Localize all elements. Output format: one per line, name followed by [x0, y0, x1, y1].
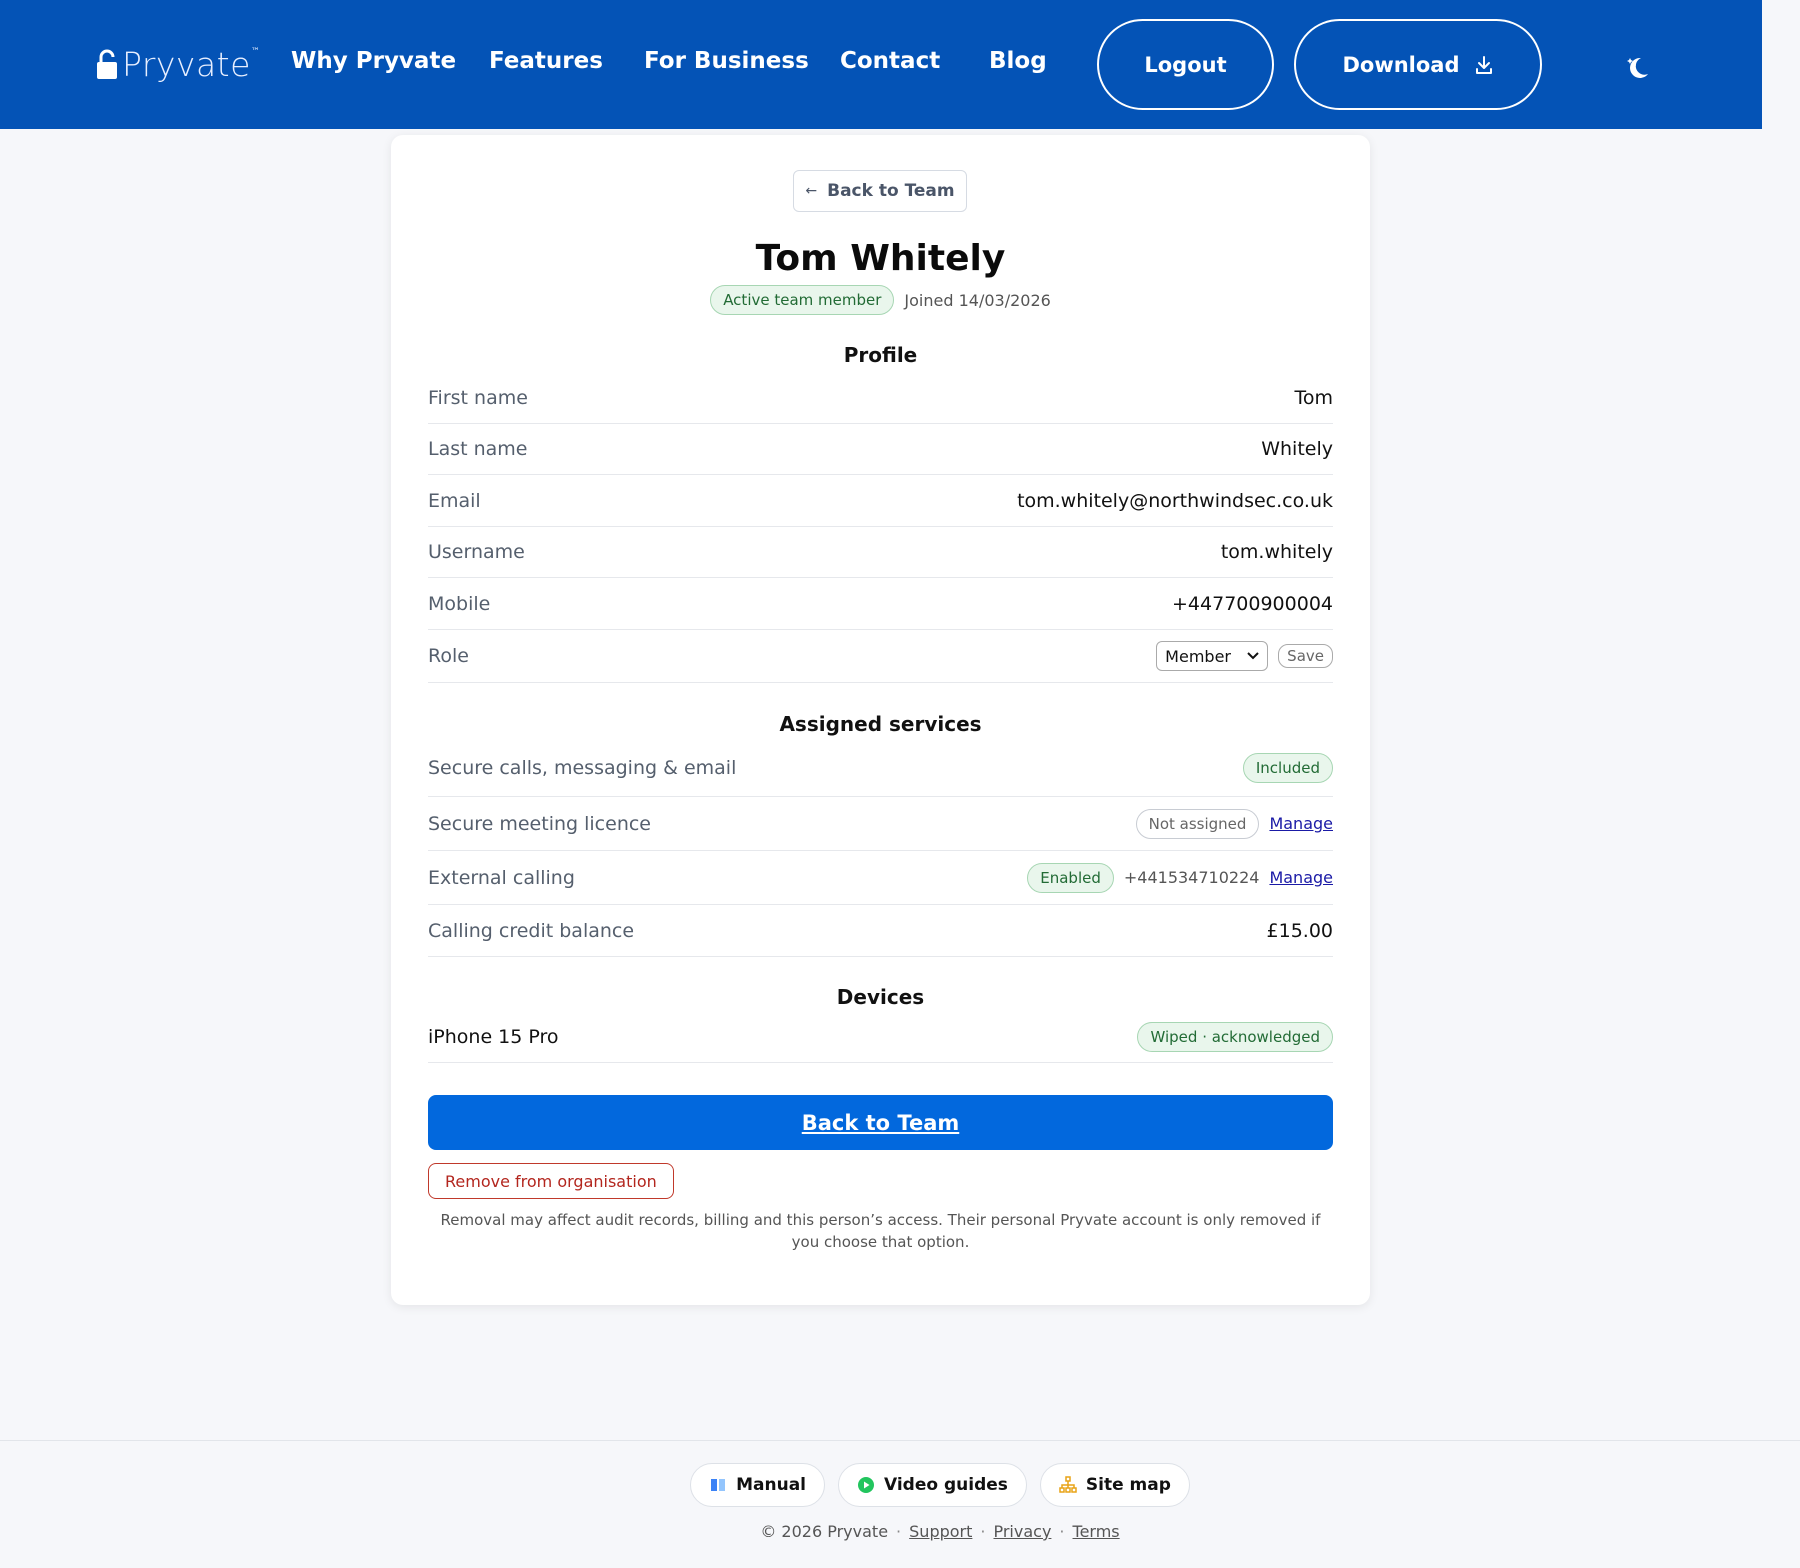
role-save-button[interactable]: Save — [1278, 644, 1333, 668]
footer-pills: Manual Video guides Site map — [0, 1463, 1800, 1507]
row-label: Email — [428, 489, 481, 512]
manual-label: Manual — [736, 1475, 806, 1495]
logo-trademark: ™ — [250, 47, 260, 57]
nav-features[interactable]: Features — [489, 48, 603, 74]
nav-for-business[interactable]: For Business — [644, 48, 809, 74]
member-name: Tom Whitely — [755, 238, 1006, 279]
credit-value: £15.00 — [1266, 919, 1333, 942]
copyright: © 2026 Pryvate — [760, 1522, 889, 1541]
device-name: iPhone 15 Pro — [428, 1026, 559, 1048]
separator: · — [896, 1522, 902, 1541]
not-assigned-badge: Not assigned — [1135, 808, 1260, 839]
included-badge: Included — [1242, 752, 1333, 783]
row-value: tom.whitely — [1220, 541, 1333, 563]
footer: Manual Video guides Site map © 2026 Pryv… — [0, 1440, 1800, 1568]
pryvate-logo[interactable]: Pryvate ™ — [96, 44, 260, 84]
row-value: Not assigned Manage — [1135, 808, 1333, 839]
profile-row-first-name: First name Tom — [428, 372, 1333, 424]
video-guides-label: Video guides — [884, 1475, 1008, 1495]
devices-section-title: Devices — [836, 985, 925, 1009]
terms-link[interactable]: Terms — [1073, 1522, 1120, 1541]
profile-row-email: Email tom.whitely@northwindsec.co.uk — [428, 475, 1333, 527]
dark-mode-moon-icon[interactable] — [1622, 52, 1652, 82]
padlock-icon — [97, 49, 117, 79]
logout-button[interactable]: Logout — [1097, 19, 1274, 110]
row-label: Username — [428, 541, 525, 563]
status-badge: Active team member — [710, 285, 895, 315]
separator: · — [980, 1522, 986, 1541]
separator: · — [1059, 1522, 1065, 1541]
profile-row-last-name: Last name Whitely — [428, 424, 1333, 475]
service-row-credit-balance: Calling credit balance £15.00 — [428, 905, 1333, 957]
nav-why-pryvate[interactable]: Why Pryvate — [291, 48, 456, 74]
row-label: Secure meeting licence — [428, 812, 651, 835]
service-row-meeting-licence: Secure meeting licence Not assigned Mana… — [428, 797, 1333, 851]
site-map-button[interactable]: Site map — [1039, 1463, 1190, 1507]
row-value: Wiped · acknowledged — [1137, 1022, 1333, 1052]
profile-section-title: Profile — [843, 343, 918, 367]
device-row: iPhone 15 Pro Wiped · acknowledged — [428, 1012, 1333, 1063]
logo-text: Pryvate — [122, 44, 251, 84]
row-label: Last name — [428, 438, 528, 460]
manage-external-calling-link[interactable]: Manage — [1269, 868, 1333, 887]
removal-note: Removal may affect audit records, billin… — [440, 1211, 1321, 1251]
row-label: External calling — [428, 866, 575, 889]
arrow-left-icon: ← — [805, 183, 818, 199]
role-select-value: Member — [1165, 646, 1231, 666]
sitemap-icon — [1059, 1476, 1077, 1493]
row-value: Whitely — [1261, 438, 1333, 460]
back-to-team-button[interactable]: Back to Team — [428, 1095, 1333, 1150]
external-number: +441534710224 — [1123, 868, 1260, 887]
profile-row-mobile: Mobile +447700900004 — [428, 578, 1333, 630]
download-button[interactable]: Download — [1294, 19, 1542, 110]
video-guides-button[interactable]: Video guides — [838, 1463, 1027, 1507]
support-link[interactable]: Support — [909, 1522, 972, 1541]
row-value: Enabled +441534710224 Manage — [1027, 862, 1333, 893]
member-detail-card: ← Back to Team Tom Whitely Active team m… — [391, 135, 1370, 1305]
nav-blog[interactable]: Blog — [989, 48, 1047, 74]
top-navigation-bar: Pryvate ™ Why Pryvate Features For Busine… — [0, 0, 1762, 129]
member-status-row: Active team member Joined 14/03/2026 — [391, 285, 1370, 315]
logout-label: Logout — [1144, 52, 1227, 77]
book-icon — [711, 1479, 726, 1491]
device-status-badge: Wiped · acknowledged — [1137, 1022, 1333, 1052]
download-icon — [1475, 55, 1492, 74]
privacy-link[interactable]: Privacy — [993, 1522, 1051, 1541]
role-controls: Member Save — [1156, 641, 1333, 671]
manage-meeting-licence-link[interactable]: Manage — [1269, 814, 1333, 833]
footer-links: © 2026 Pryvate · Support · Privacy · Terms — [0, 1522, 1800, 1541]
back-to-team-button-top[interactable]: ← Back to Team — [793, 170, 967, 212]
site-map-label: Site map — [1085, 1475, 1171, 1495]
services-section-title: Assigned services — [779, 712, 982, 736]
row-label: Calling credit balance — [428, 919, 635, 942]
row-value: tom.whitely@northwindsec.co.uk — [1017, 489, 1333, 512]
service-row-external-calling: External calling Enabled +441534710224 M… — [428, 851, 1333, 905]
play-icon — [858, 1477, 874, 1493]
row-value: Included — [1242, 752, 1333, 783]
enabled-badge: Enabled — [1027, 862, 1114, 893]
back-to-team-label: Back to Team — [827, 181, 955, 201]
row-label: Role — [428, 645, 469, 667]
manual-button[interactable]: Manual — [690, 1463, 825, 1507]
chevron-down-icon — [1247, 652, 1259, 660]
row-label: Mobile — [428, 592, 491, 615]
download-label: Download — [1342, 52, 1460, 77]
row-value: Tom — [1294, 386, 1333, 409]
row-value: +447700900004 — [1172, 592, 1333, 615]
profile-row-username: Username tom.whitely — [428, 527, 1333, 578]
profile-row-role: Role Member Save — [428, 630, 1333, 683]
service-row-secure-calls: Secure calls, messaging & email Included — [428, 739, 1333, 797]
remove-from-organisation-button[interactable]: Remove from organisation — [428, 1163, 674, 1199]
role-select[interactable]: Member — [1156, 641, 1269, 671]
row-label: Secure calls, messaging & email — [428, 756, 737, 779]
row-label: First name — [428, 386, 528, 409]
nav-contact[interactable]: Contact — [840, 48, 940, 74]
joined-date: Joined 14/03/2026 — [904, 290, 1051, 310]
